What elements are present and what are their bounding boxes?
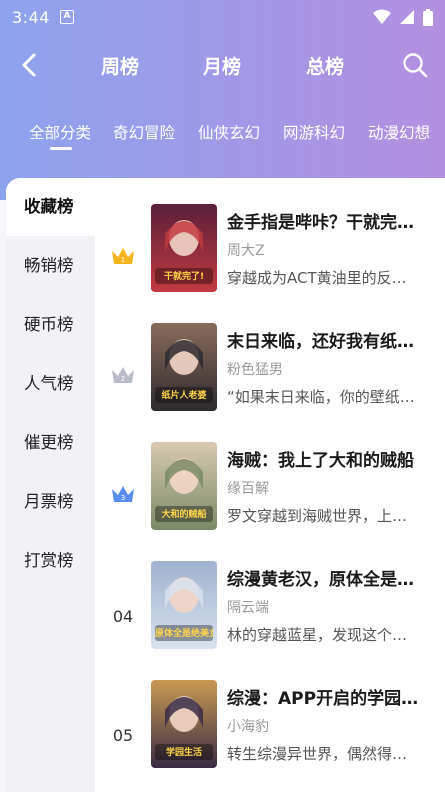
rank-badge: 04 — [105, 602, 141, 632]
wifi-icon — [373, 9, 391, 24]
ranking-sidebar: 收藏榜 畅销榜 硬币榜 人气榜 催更榜 月票榜 打赏榜 — [6, 178, 95, 792]
cover-title-text: 原体全是绝美女王 — [155, 629, 213, 639]
list-item[interactable]: 1 干就完了! 金手指是哔咔？干就完… 周大Z 穿越成为ACT黄油里的反… — [95, 200, 445, 318]
book-author: 周大Z — [227, 243, 265, 259]
cover-title-text: 学园生活 — [165, 748, 202, 758]
book-cover[interactable]: 纸片人老婆 — [151, 323, 217, 411]
book-cover[interactable]: 干就完了! — [151, 204, 217, 292]
rank-badge: 2 — [105, 364, 141, 394]
back-arrow-icon[interactable] — [18, 52, 42, 78]
cover-title-text: 纸片人老婆 — [161, 391, 207, 401]
list-item[interactable]: 04 原体全是绝美女王 综漫黄老汉，原体全是… 隔云端 林的穿越蓝星，发现这个… — [95, 557, 445, 675]
book-description: 转生综漫异世界，偶然得… — [227, 745, 408, 763]
list-item[interactable]: 05 学园生活 综漫：APP开启的学园… 小海豹 转生综漫异世界，偶然得… — [95, 676, 445, 792]
status-icons — [373, 8, 433, 26]
search-icon[interactable] — [402, 52, 428, 78]
sidebar-item-favorites[interactable]: 收藏榜 — [6, 178, 95, 236]
book-description: 穿越成为ACT黄油里的反… — [227, 269, 407, 287]
top-nav: 周榜 月榜 总榜 — [0, 40, 445, 90]
book-description: 林的穿越蓝星，发现这个… — [227, 626, 408, 644]
category-xianxia[interactable]: 仙侠玄幻 — [198, 121, 260, 143]
sidebar-item-bestseller[interactable]: 畅销榜 — [6, 237, 95, 295]
book-description: 罗文穿越到海贼世界，上… — [227, 507, 408, 525]
rank-number: 05 — [112, 726, 134, 745]
book-title[interactable]: 海贼：我上了大和的贼船 — [227, 446, 427, 471]
sidebar-item-update-urge[interactable]: 催更榜 — [6, 414, 95, 472]
cover-title-text: 干就完了! — [163, 272, 205, 282]
silver-crown-icon: 2 — [112, 367, 134, 383]
battery-icon — [423, 8, 433, 26]
book-description: “如果末日来临，你的壁纸… — [227, 388, 415, 406]
svg-text:3: 3 — [121, 494, 125, 502]
gold-crown-icon: 1 — [112, 248, 134, 264]
sidebar-item-coins[interactable]: 硬币榜 — [6, 296, 95, 354]
svg-text:2: 2 — [121, 375, 125, 383]
svg-text:1: 1 — [121, 256, 125, 264]
blue-crown-icon: 3 — [112, 486, 134, 502]
book-cover[interactable]: 原体全是绝美女王 — [151, 561, 217, 649]
category-anime-fantasy[interactable]: 动漫幻想 — [368, 121, 430, 143]
book-title[interactable]: 综漫黄老汉，原体全是… — [227, 565, 427, 590]
rank-badge: 3 — [105, 483, 141, 513]
cover-title-text: 大和的贼船 — [161, 510, 207, 520]
cellular-signal-icon — [400, 10, 414, 24]
tab-weekly[interactable]: 周榜 — [101, 52, 139, 79]
sidebar-item-popularity[interactable]: 人气榜 — [6, 355, 95, 413]
rank-badge: 1 — [105, 245, 141, 275]
rank-number: 04 — [112, 607, 134, 626]
category-all[interactable]: 全部分类 — [29, 121, 91, 143]
category-active-indicator — [50, 147, 72, 150]
book-author: 缘百解 — [227, 481, 269, 497]
book-title[interactable]: 末日来临，还好我有纸… — [227, 327, 427, 352]
sidebar-item-tips[interactable]: 打赏榜 — [6, 532, 95, 590]
book-cover[interactable]: 学园生活 — [151, 680, 217, 768]
book-list: 1 干就完了! 金手指是哔咔？干就完… 周大Z 穿越成为ACT黄油里的反… 2 … — [95, 178, 445, 792]
tab-all-time[interactable]: 总榜 — [306, 52, 344, 79]
book-cover[interactable]: 大和的贼船 — [151, 442, 217, 530]
list-item[interactable]: 3 大和的贼船 海贼：我上了大和的贼船 缘百解 罗文穿越到海贼世界，上… — [95, 438, 445, 556]
book-author: 小海豹 — [227, 719, 269, 735]
status-time: 3:44 — [12, 7, 50, 27]
book-author: 粉色猛男 — [227, 362, 283, 378]
sidebar-item-monthly-ticket[interactable]: 月票榜 — [6, 473, 95, 531]
book-author: 隔云端 — [227, 600, 269, 616]
tab-monthly[interactable]: 月榜 — [203, 52, 241, 79]
category-game-scifi[interactable]: 网游科幻 — [283, 121, 345, 143]
list-item[interactable]: 2 纸片人老婆 末日来临，还好我有纸… 粉色猛男 “如果末日来临，你的壁纸… — [95, 319, 445, 437]
book-title[interactable]: 金手指是哔咔？干就完… — [227, 208, 427, 233]
rank-badge: 05 — [105, 721, 141, 751]
category-fantasy-adventure[interactable]: 奇幻冒险 — [113, 121, 175, 143]
status-bar: 3:44 A — [0, 0, 445, 34]
book-title[interactable]: 综漫：APP开启的学园… — [227, 684, 427, 709]
category-bar: 全部分类 奇幻冒险 仙侠玄幻 网游科幻 动漫幻想 — [0, 115, 445, 155]
app-notification-icon: A — [59, 10, 74, 24]
